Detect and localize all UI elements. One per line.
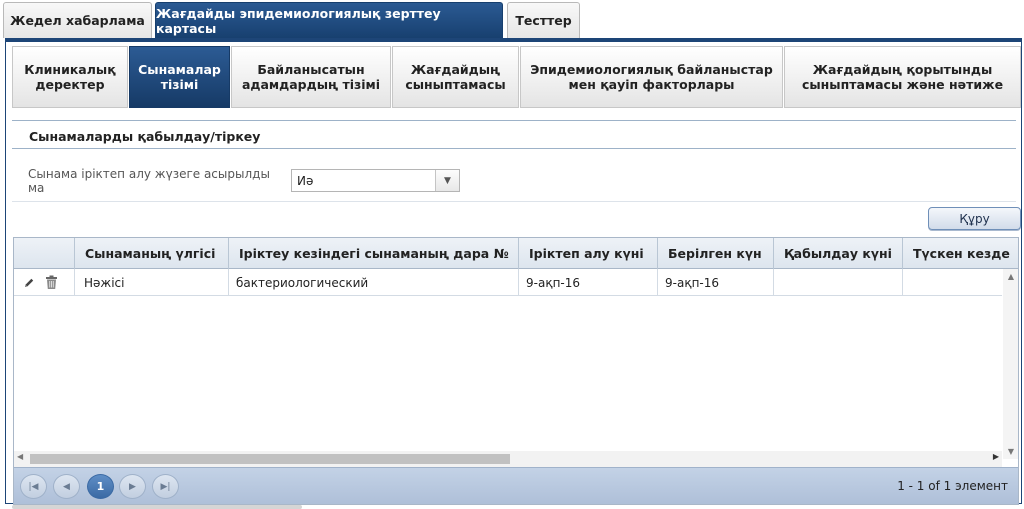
row-actions	[14, 269, 75, 296]
column-header-sampling-date[interactable]: Іріктеп алу күні	[519, 238, 658, 269]
column-header-actions	[14, 238, 75, 269]
tab-label-line: деректер	[35, 77, 105, 92]
scroll-left-icon[interactable]: ◀	[17, 452, 23, 461]
previous-page-icon[interactable]: ◀	[53, 474, 80, 499]
column-header-issued-date[interactable]: Берілген күн	[658, 238, 774, 269]
scroll-up-icon[interactable]: ▲	[1003, 272, 1018, 281]
tab-label-line: Клиникалық	[24, 62, 116, 77]
divider	[12, 201, 1016, 202]
tab-label-line: Жағдайдың қорытынды	[812, 62, 993, 77]
section-title: Сынамаларды қабылдау/тіркеу	[29, 129, 261, 144]
column-header-sample-number[interactable]: Іріктеу кезіндегі сынаманың дара №	[229, 238, 519, 269]
column-header-received-date[interactable]: Қабылдау күні	[774, 238, 903, 269]
cell-issued-date: 9-ақп-16	[658, 269, 774, 296]
pager: |◀ ◀ 1 ▶ ▶| 1 - 1 of 1 элемент	[14, 467, 1018, 504]
chevron-down-icon[interactable]: ▼	[435, 170, 459, 191]
tab-epidemiological-investigation[interactable]: Жағдайды эпидемиологиялық зерттеу картас…	[155, 2, 503, 39]
scrollbar-thumb[interactable]	[30, 454, 510, 464]
cell-sample-type: Нәжісі	[75, 269, 229, 296]
sampling-performed-select[interactable]: Иә ▼	[291, 169, 460, 192]
page-number-button[interactable]: 1	[87, 474, 114, 499]
tab-contacts-list[interactable]: Байланысатын адамдардың тізімі	[231, 46, 391, 108]
tab-label-line: Жағдайдың	[410, 62, 501, 77]
tab-label-line: Байланысатын	[257, 62, 365, 77]
tab-final-classification-outcome[interactable]: Жағдайдың қорытынды сыныптамасы және нәти…	[784, 46, 1021, 108]
sub-tab-bar: Клиникалық деректер Сынамалар тізімі Байла…	[12, 46, 1022, 108]
vertical-scrollbar[interactable]: ▲ ▼	[1003, 269, 1018, 459]
pager-info: 1 - 1 of 1 элемент	[897, 479, 1008, 493]
investigation-panel: Клиникалық деректер Сынамалар тізімі Байла…	[5, 38, 1022, 505]
tab-label-line: сыныптамасы және нәтиже	[801, 77, 1004, 92]
page-horizontal-scrollbar[interactable]	[12, 505, 302, 509]
edit-pencil-icon[interactable]	[23, 277, 35, 289]
column-header-sample-type[interactable]: Сынаманың үлгісі	[75, 238, 229, 269]
tab-label-line: сыныптамасы	[405, 77, 506, 92]
horizontal-scrollbar[interactable]: ◀ ▶	[14, 451, 1002, 467]
tab-epi-links-risk-factors[interactable]: Эпидемиологиялық байланыстар мен қауіп фа…	[520, 46, 783, 108]
table-row[interactable]: Нәжісі бактериологический 9-ақп-16 9-ақп…	[14, 269, 1002, 296]
first-page-icon[interactable]: |◀	[20, 474, 47, 499]
scroll-down-icon[interactable]: ▼	[1003, 447, 1018, 456]
sampling-performed-value: Иә	[297, 173, 314, 188]
next-page-icon[interactable]: ▶	[119, 474, 146, 499]
scroll-right-icon[interactable]: ▶	[993, 452, 999, 461]
tab-samples-list[interactable]: Сынамалар тізімі	[129, 46, 230, 108]
tab-urgent-notice[interactable]: Жедел хабарлама	[3, 2, 152, 38]
top-tab-bar: Жедел хабарлама Жағдайды эпидемиологиялы…	[0, 0, 1024, 39]
grid-header: Сынаманың үлгісі Іріктеу кезіндегі сынам…	[14, 238, 1018, 269]
cell-sampling-date: 9-ақп-16	[519, 269, 658, 296]
sampling-performed-label: Сынама іріктеп алу жүзеге асырылды ма	[28, 167, 270, 195]
column-header-arrival[interactable]: Түскен кезде	[903, 238, 1018, 269]
delete-trash-icon[interactable]	[45, 275, 58, 290]
tab-tests[interactable]: Тесттер	[507, 2, 580, 38]
samples-grid: Сынаманың үлгісі Іріктеу кезіндегі сынам…	[13, 237, 1019, 505]
tab-label-line: адамдардың тізімі	[241, 77, 381, 92]
tab-label-line: мен қауіп факторлары	[568, 77, 735, 92]
last-page-icon[interactable]: ▶|	[152, 474, 179, 499]
tab-label-line: Сынамалар	[138, 62, 221, 77]
tab-case-classification[interactable]: Жағдайдың сыныптамасы	[392, 46, 519, 108]
cell-sample-number: бактериологический	[229, 269, 519, 296]
divider	[12, 120, 1016, 121]
cell-arrival	[903, 269, 1002, 296]
tab-label-line: Эпидемиологиялық байланыстар	[530, 62, 773, 77]
tab-label-line: тізімі	[160, 77, 199, 92]
tab-clinical-data[interactable]: Клиникалық деректер	[12, 46, 128, 108]
create-button[interactable]: Құру	[928, 207, 1021, 230]
divider	[12, 148, 1016, 149]
cell-received-date	[774, 269, 903, 296]
